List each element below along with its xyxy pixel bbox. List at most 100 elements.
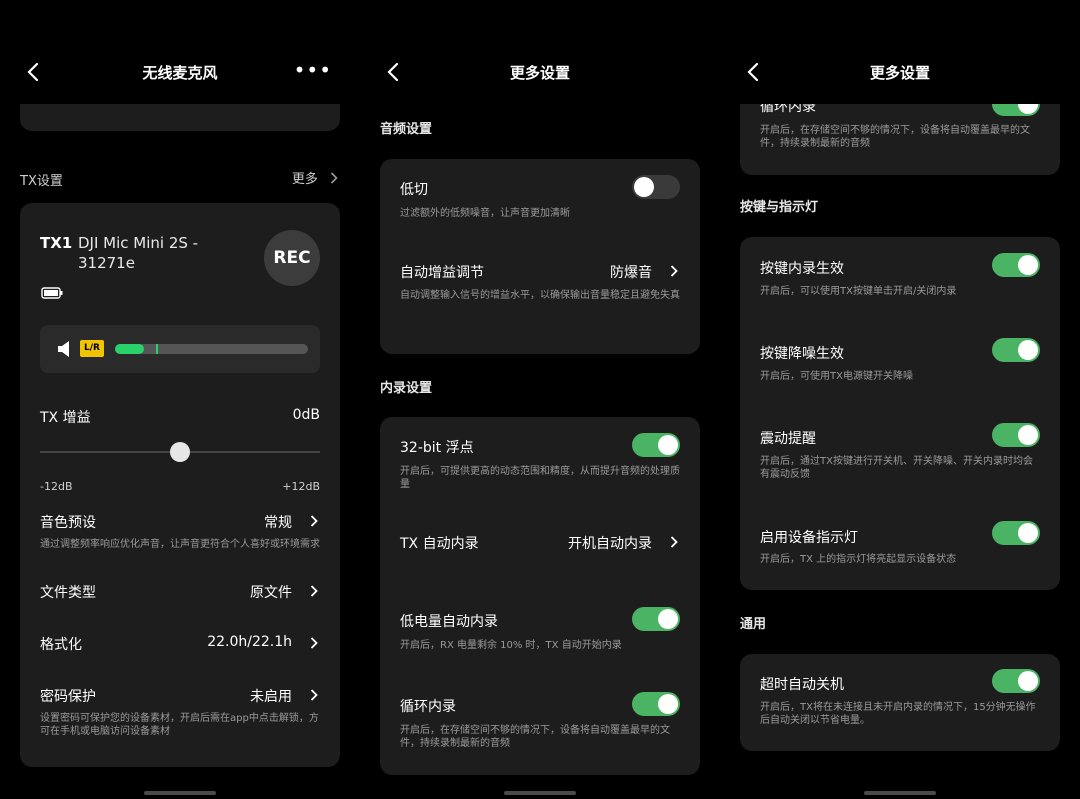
home-indicator xyxy=(504,791,576,795)
format-row[interactable]: 格式化 22.0h/22.1h xyxy=(20,627,340,663)
toggle-knob xyxy=(1018,425,1038,445)
screen-more-settings-1: 更多设置 音频设置 低切 过滤额外的低频噪音，让声音更加清晰 自动增益调节 防爆… xyxy=(360,0,720,799)
tx-card: TX1 DJI Mic Mini 2S - 31271e REC L/R TX … xyxy=(20,203,340,767)
tx-more-link[interactable]: 更多 xyxy=(292,168,338,187)
rec-button[interactable]: REC xyxy=(264,230,320,286)
record-settings-label: 内录设置 xyxy=(380,381,433,396)
vibrate-desc: 开启后，通过TX按键进行开关机、开关降噪、开关内录时均会有震动反馈 xyxy=(760,456,1033,480)
lowbat-toggle[interactable] xyxy=(632,607,680,631)
vibrate-label: 震动提醒 xyxy=(760,431,816,447)
password-row[interactable]: 密码保护 未启用 设置密码可保护您的设备素材，开启后需在app中点击解锁，方可在… xyxy=(20,679,340,749)
battery-icon xyxy=(41,287,63,299)
chevron-right-icon xyxy=(310,637,318,649)
format-value: 22.0h/22.1h xyxy=(207,634,292,650)
gain-slider-thumb[interactable] xyxy=(170,442,190,462)
led-toggle[interactable] xyxy=(992,521,1040,545)
tx-more-label: 更多 xyxy=(291,172,318,187)
chevron-right-icon xyxy=(670,265,678,277)
agc-row[interactable]: 自动增益调节 防爆音 自动调整输入信号的增益水平，以确保输出音量稳定且避免失真 xyxy=(380,253,700,319)
audio-settings-card: 低切 过滤额外的低频噪音，让声音更加清晰 自动增益调节 防爆音 自动调整输入信号… xyxy=(380,159,700,354)
lowcut-toggle[interactable] xyxy=(632,175,680,199)
key-record-label: 按键内录生效 xyxy=(760,261,844,277)
record-settings-card: 32-bit 浮点 开启后，可提供更高的动态范围和精度，从而提升音频的处理质量 … xyxy=(380,417,700,775)
more-options-icon[interactable]: ••• xyxy=(294,60,332,80)
page-title: 更多设置 xyxy=(509,64,570,82)
key-record-desc: 开启后，可以使用TX按键单击开启/关闭内录 xyxy=(760,286,957,297)
speaker-icon xyxy=(58,341,69,357)
keys-leds-card: 按键内录生效 开启后，可以使用TX按键单击开启/关闭内录 按键降噪生效 开启后，… xyxy=(740,237,1060,590)
key-ns-label: 按键降噪生效 xyxy=(760,346,844,362)
header: 更多设置 xyxy=(360,50,720,94)
float-toggle[interactable] xyxy=(632,433,680,457)
loop-desc: 开启后，在存储空间不够的情况下，设备将自动覆盖最早的文件，持续录制最新的音频 xyxy=(760,125,1030,149)
level-meter-fill xyxy=(115,344,144,354)
toggle-knob xyxy=(1018,523,1038,543)
toggle-knob xyxy=(1018,340,1038,360)
key-record-toggle[interactable] xyxy=(992,253,1040,277)
auto-off-desc: 开启后，TX将在未连接且未开启内录的情况下，15分钟无操作后自动关闭以节省电量。 xyxy=(760,702,1036,726)
general-card: 超时自动关机 开启后，TX将在未连接且未开启内录的情况下，15分钟无操作后自动关… xyxy=(740,654,1060,751)
gain-slider[interactable] xyxy=(40,442,320,462)
chevron-right-icon xyxy=(330,172,338,184)
lowbat-desc: 开启后，RX 电量剩余 10% 时，TX 自动开始内录 xyxy=(400,640,622,651)
agc-desc: 自动调整输入信号的增益水平，以确保输出音量稳定且避免失真 xyxy=(400,290,680,301)
tx-auto-record-value: 开机自动内录 xyxy=(568,536,652,552)
gain-label: TX 增益 xyxy=(40,410,91,426)
gain-min: -12dB xyxy=(40,480,73,493)
audio-settings-label: 音频设置 xyxy=(380,122,433,137)
chevron-right-icon xyxy=(310,689,318,701)
file-type-value: 原文件 xyxy=(250,585,292,601)
general-label: 通用 xyxy=(740,617,767,632)
tone-preset-row[interactable]: 音色预设 常规 通过调整频率响应优化声音，让声音更符合个人喜好或环境需求 xyxy=(20,503,340,563)
password-value: 未启用 xyxy=(250,689,292,705)
loop-desc: 开启后，在存储空间不够的情况下，设备将自动覆盖最早的文件，持续录制最新的音频 xyxy=(400,725,670,749)
key-ns-toggle[interactable] xyxy=(992,338,1040,362)
page-title: 更多设置 xyxy=(869,64,930,82)
lowbat-label: 低电量自动内录 xyxy=(400,614,498,630)
auto-off-toggle[interactable] xyxy=(992,669,1040,693)
home-indicator xyxy=(144,791,216,795)
loop-label: 循环内录 xyxy=(400,699,456,715)
float-desc: 开启后，可提供更高的动态范围和精度，从而提升音频的处理质量 xyxy=(400,466,680,490)
lowcut-label: 低切 xyxy=(400,182,428,198)
device-name-line2: 31271e xyxy=(78,254,135,272)
toggle-knob xyxy=(658,609,678,629)
screen-more-settings-2: 循环内录 开启后，在存储空间不够的情况下，设备将自动覆盖最早的文件，持续录制最新… xyxy=(720,0,1080,799)
level-meter xyxy=(115,344,308,354)
file-type-row[interactable]: 文件类型 原文件 xyxy=(20,575,340,611)
format-label: 格式化 xyxy=(40,637,82,653)
top-card-partial xyxy=(20,104,340,131)
level-meter-peak xyxy=(156,344,158,354)
gain-max: +12dB xyxy=(282,480,320,493)
device-name-line1: DJI Mic Mini 2S - xyxy=(78,234,199,252)
tx-settings-label: TX设置 xyxy=(20,174,63,189)
password-label: 密码保护 xyxy=(40,689,96,705)
agc-value: 防爆音 xyxy=(610,265,652,281)
tx-id: TX1 xyxy=(40,234,73,252)
tone-preset-desc: 通过调整频率响应优化声音，让声音更符合个人喜好或环境需求 xyxy=(40,539,320,550)
loop-toggle[interactable] xyxy=(632,692,680,716)
tx-auto-record-row[interactable]: TX 自动内录 开机自动内录 xyxy=(380,527,700,557)
agc-label: 自动增益调节 xyxy=(400,265,484,281)
toggle-knob xyxy=(634,177,654,197)
key-ns-desc: 开启后，可使用TX电源键开关降噪 xyxy=(760,371,913,382)
header: 无线麦克风 ••• xyxy=(0,50,360,94)
tone-preset-value: 常规 xyxy=(264,515,292,531)
file-type-label: 文件类型 xyxy=(40,585,96,601)
tx-auto-record-label: TX 自动内录 xyxy=(400,536,479,552)
home-indicator xyxy=(864,791,936,795)
header: 更多设置 xyxy=(720,0,1080,104)
gain-value: 0dB xyxy=(292,407,320,423)
toggle-knob xyxy=(658,435,678,455)
toggle-knob xyxy=(658,694,678,714)
vibrate-toggle[interactable] xyxy=(992,423,1040,447)
chevron-right-icon xyxy=(670,536,678,548)
chevron-right-icon xyxy=(310,515,318,527)
toggle-knob xyxy=(1018,255,1038,275)
chevron-right-icon xyxy=(310,585,318,597)
led-desc: 开启后，TX 上的指示灯将亮起显示设备状态 xyxy=(760,554,957,565)
led-label: 启用设备指示灯 xyxy=(760,530,858,546)
auto-off-label: 超时自动关机 xyxy=(760,677,844,693)
tone-preset-label: 音色预设 xyxy=(40,515,96,531)
toggle-knob xyxy=(1018,671,1038,691)
